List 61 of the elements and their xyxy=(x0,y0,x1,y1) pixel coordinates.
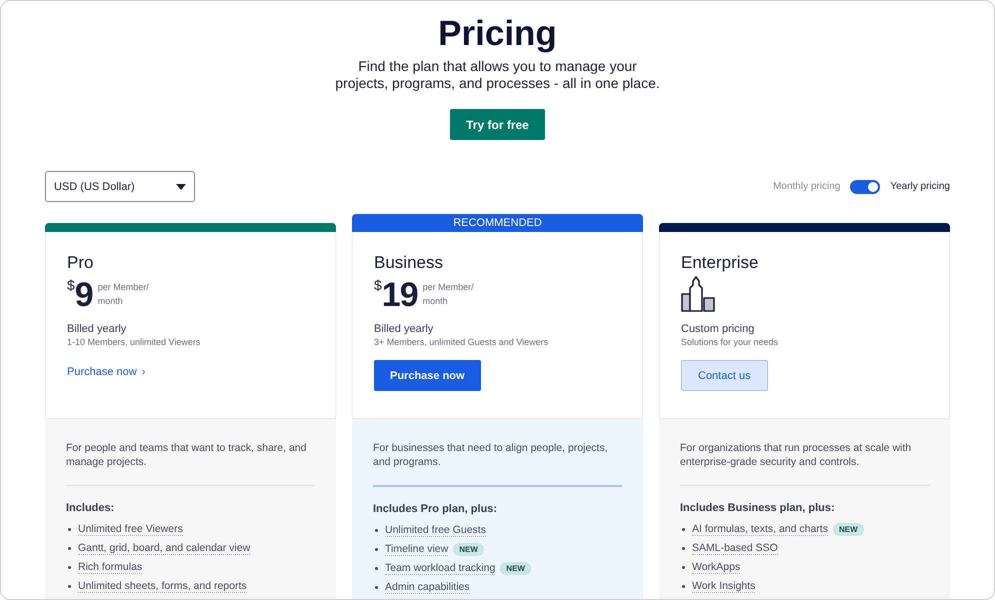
plan-description: For people and teams that want to track, share, and manage projects. xyxy=(66,441,308,469)
caret-icon xyxy=(176,184,186,190)
feature-text[interactable]: SAML-based SSO xyxy=(692,542,778,555)
bullet-icon xyxy=(68,585,71,588)
page-subtitle: Find the plan that allows you to manage your projects, programs, and processes - all in one place. xyxy=(335,58,660,92)
bullet-icon xyxy=(682,547,685,550)
billing-text: Billed yearly xyxy=(374,322,434,336)
plan-description: For organizations that run processes at scale with enterprise-grade security and controls. xyxy=(680,441,912,469)
feature-text[interactable]: Team workload tracking xyxy=(385,562,496,575)
plan-name: Pro xyxy=(67,253,94,273)
plan-name: Business xyxy=(374,253,444,273)
buildings-icon xyxy=(681,276,715,312)
purchase-button[interactable]: Purchase now xyxy=(374,360,481,391)
bullet-icon xyxy=(682,585,685,588)
bullet-icon xyxy=(375,567,378,570)
plan-description: For businesses that need to align people, projects, and programs. xyxy=(373,441,609,469)
bullet-icon xyxy=(682,566,685,569)
seats-text: 1-10 Members, unlimited Viewers xyxy=(67,336,202,348)
includes-heading: Includes Pro plan, plus: xyxy=(373,502,498,516)
contact-button[interactable]: Contact us xyxy=(681,360,768,391)
price-amount: 19 xyxy=(382,276,418,314)
bullet-icon xyxy=(375,548,378,551)
bullet-icon xyxy=(375,529,378,532)
currency-symbol: $ xyxy=(374,277,382,293)
feature-text[interactable]: Timeline view xyxy=(385,543,448,556)
new-tag: NEW xyxy=(500,562,531,575)
bullet-icon xyxy=(68,528,71,531)
new-tag: NEW xyxy=(832,523,864,536)
feature-text[interactable]: Unlimited free Viewers xyxy=(78,523,183,536)
bullet-icon xyxy=(682,528,685,531)
feature-text[interactable]: Work Insights xyxy=(692,580,756,593)
price-unit: per Member/ month xyxy=(98,281,149,308)
bullet-icon xyxy=(68,566,71,569)
currency-select[interactable]: USD (US Dollar) xyxy=(45,171,195,202)
currency-symbol: $ xyxy=(67,277,75,293)
billing-text: Custom pricing xyxy=(681,322,756,336)
feature-text[interactable]: Rich formulas xyxy=(78,561,142,574)
feature-text[interactable]: Unlimited sheets, forms, and reports xyxy=(78,580,247,593)
billing-switch[interactable] xyxy=(850,180,880,194)
toggle-label: Yearly pricing xyxy=(890,181,950,192)
page-title: Pricing xyxy=(438,13,557,55)
bullet-icon xyxy=(68,547,71,550)
includes-heading: Includes Business plan, plus: xyxy=(680,501,836,515)
purchase-link[interactable]: Purchase now › xyxy=(67,366,146,378)
price-unit: per Member/ month xyxy=(422,281,474,308)
seats-text: 3+ Members, unlimited Guests and Viewers xyxy=(374,336,550,348)
includes-heading: Includes: xyxy=(66,501,116,515)
price-amount: 9 xyxy=(74,276,93,314)
seats-text: Solutions for your needs xyxy=(681,336,780,348)
feature-text[interactable]: WorkApps xyxy=(692,561,740,574)
billing-text: Billed yearly xyxy=(67,322,128,336)
plan-band: RECOMMENDED xyxy=(352,214,643,232)
feature-text[interactable]: AI formulas, texts, and charts xyxy=(692,523,828,536)
toggle-label: Monthly pricing xyxy=(773,181,840,192)
try-free-button[interactable]: Try for free xyxy=(450,109,545,140)
plan-name: Enterprise xyxy=(681,253,760,273)
feature-text[interactable]: Admin capabilities xyxy=(385,581,470,594)
bullet-icon xyxy=(375,586,378,589)
feature-text[interactable]: Gantt, grid, board, and calendar view xyxy=(78,542,250,555)
feature-text[interactable]: Unlimited free Guests xyxy=(385,524,486,537)
new-tag: NEW xyxy=(453,543,484,556)
